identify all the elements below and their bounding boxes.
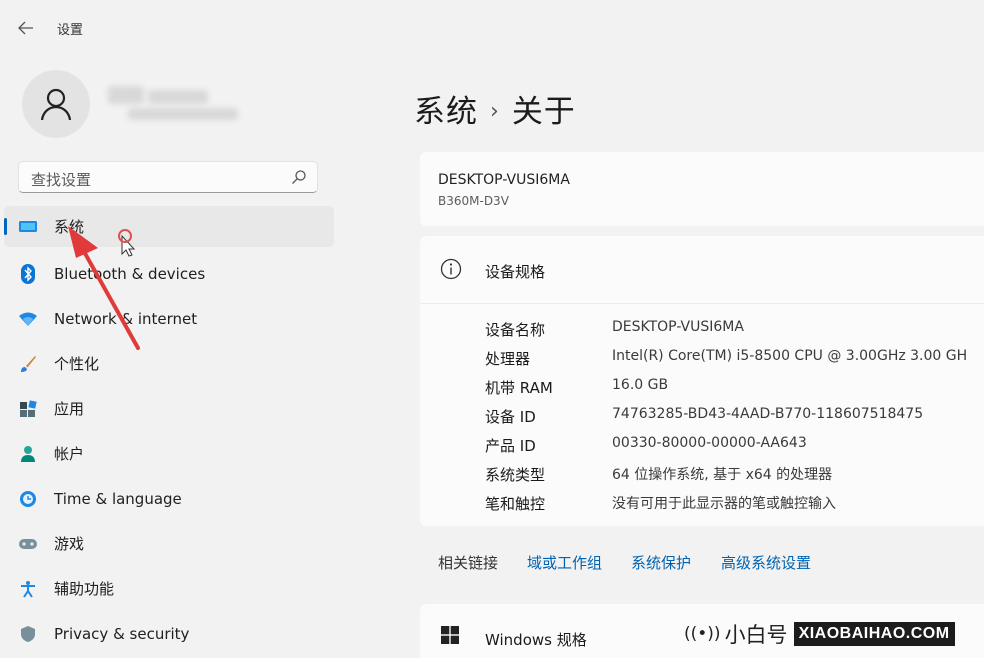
search-icon[interactable] xyxy=(291,169,307,185)
sidebar-item-personalization[interactable]: 个性化 xyxy=(4,341,334,386)
sidebar-item-privacy[interactable]: Privacy & security xyxy=(4,611,334,656)
person-icon xyxy=(40,88,72,121)
sidebar-item-label: 系统 xyxy=(54,218,85,236)
watermark-brand: ((•)) 小白号 XIAOBAIHAO.COM xyxy=(684,620,955,648)
click-indicator xyxy=(118,229,132,243)
related-links-label: 相关链接 xyxy=(438,554,499,572)
spec-key: 产品 ID xyxy=(485,437,536,455)
spec-key: 处理器 xyxy=(485,350,531,368)
sidebar-item-label: 游戏 xyxy=(54,535,85,553)
accessibility-icon xyxy=(18,579,38,599)
search-box[interactable]: 查找设置 xyxy=(18,161,318,193)
device-name: DESKTOP-VUSI6MA xyxy=(438,172,570,188)
user-name-blurred xyxy=(108,84,248,124)
sidebar-item-label: 辅助功能 xyxy=(54,580,115,598)
wifi-icon xyxy=(18,309,38,329)
windows-specs-title: Windows 规格 xyxy=(485,631,587,649)
spec-value: 没有可用于此显示器的笔或触控输入 xyxy=(612,496,836,512)
sidebar-item-system[interactable]: 系统 xyxy=(4,206,334,247)
sidebar-item-label: 个性化 xyxy=(54,355,100,373)
back-button[interactable] xyxy=(14,16,38,40)
spec-key: 设备 ID xyxy=(485,408,536,426)
device-card: DESKTOP-VUSI6MA B360M-D3V xyxy=(420,152,984,226)
breadcrumb: 系统 › 关于 xyxy=(414,86,576,131)
bluetooth-icon xyxy=(18,263,38,284)
device-specs-title: 设备规格 xyxy=(485,263,546,281)
spec-value: 16.0 GB xyxy=(612,377,669,393)
device-specs-header[interactable]: 设备规格 xyxy=(420,236,984,304)
sidebar-item-bluetooth[interactable]: Bluetooth & devices xyxy=(4,251,334,296)
active-indicator xyxy=(4,218,7,235)
sidebar-item-label: Time & language xyxy=(54,489,182,508)
sidebar-item-accounts[interactable]: 帐户 xyxy=(4,431,334,476)
device-specs-card: 设备规格 设备名称 DESKTOP-VUSI6MA 处理器 Intel(R) C… xyxy=(420,236,984,526)
spec-key: 系统类型 xyxy=(485,466,546,484)
spec-value: 64 位操作系统, 基于 x64 的处理器 xyxy=(612,467,833,483)
title-bar: 设置 xyxy=(0,0,984,52)
spec-key: 笔和触控 xyxy=(485,495,546,513)
sidebar-item-network[interactable]: Network & internet xyxy=(4,296,334,341)
spec-value: DESKTOP-VUSI6MA xyxy=(612,319,744,335)
sidebar-item-gaming[interactable]: 游戏 xyxy=(4,521,334,566)
watermark-text-cn: 小白号 xyxy=(724,623,788,647)
link-domain-workgroup[interactable]: 域或工作组 xyxy=(527,552,602,573)
sidebar-item-label: 应用 xyxy=(54,400,85,418)
monitor-icon xyxy=(18,217,38,237)
page-title: 关于 xyxy=(511,94,576,130)
app-title: 设置 xyxy=(57,23,84,38)
breadcrumb-separator: › xyxy=(490,99,500,124)
sidebar-item-time-language[interactable]: Time & language xyxy=(4,476,334,521)
sidebar-item-label: Privacy & security xyxy=(54,624,190,643)
spec-key: 机带 RAM xyxy=(485,379,553,397)
device-model: B360M-D3V xyxy=(438,194,509,208)
watermark-text-latin: XIAOBAIHAO.COM xyxy=(793,622,955,646)
sidebar-item-label: Bluetooth & devices xyxy=(54,264,206,283)
globe-clock-icon xyxy=(18,489,38,509)
apps-icon xyxy=(18,399,38,419)
spec-value: Intel(R) Core(TM) i5-8500 CPU @ 3.00GHz … xyxy=(612,348,968,364)
avatar[interactable] xyxy=(22,70,90,138)
link-system-protection[interactable]: 系统保护 xyxy=(631,552,691,573)
sidebar-item-label: Network & internet xyxy=(54,309,198,328)
shield-icon xyxy=(18,624,38,644)
windows-logo-icon xyxy=(441,626,459,644)
brush-icon xyxy=(18,354,38,374)
sidebar-item-apps[interactable]: 应用 xyxy=(4,386,334,431)
person-icon xyxy=(18,444,38,464)
spec-value: 00330-80000-00000-AA643 xyxy=(612,435,807,451)
spec-value: 74763285-BD43-4AAD-B770-118607518475 xyxy=(612,406,924,422)
gamepad-icon xyxy=(18,534,38,554)
sidebar-item-label: 帐户 xyxy=(54,445,85,463)
info-icon xyxy=(440,258,462,280)
arrow-left-icon xyxy=(18,21,33,35)
sidebar-item-accessibility[interactable]: 辅助功能 xyxy=(4,566,334,611)
search-input[interactable]: 查找设置 xyxy=(31,169,91,190)
link-advanced-system-settings[interactable]: 高级系统设置 xyxy=(721,552,811,573)
related-links: 相关链接 域或工作组 系统保护 高级系统设置 xyxy=(420,532,984,590)
spec-key: 设备名称 xyxy=(485,321,546,339)
sidebar-nav: 系统 Bluetooth & devices Network & interne… xyxy=(4,206,334,656)
breadcrumb-parent[interactable]: 系统 xyxy=(414,94,478,130)
broadcast-icon: ((•)) xyxy=(684,624,721,644)
